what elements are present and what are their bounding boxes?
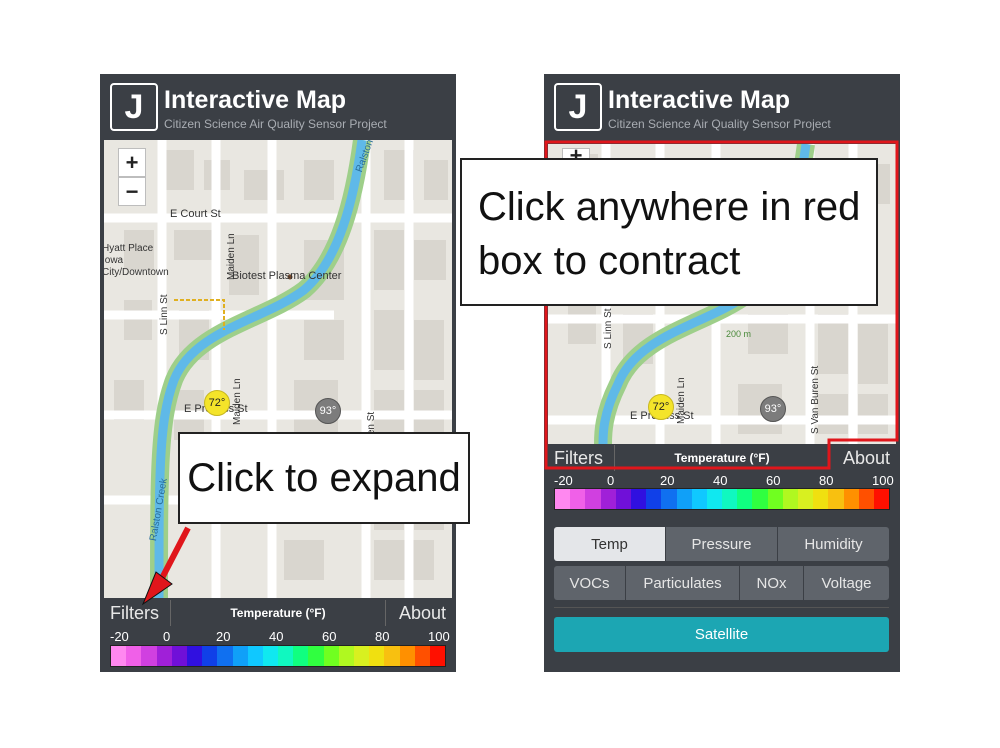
annotation-layer [141, 140, 899, 606]
callout-expand: Click to expand [178, 432, 470, 524]
expand-arrow-head [141, 571, 173, 606]
expand-arrow-shaft [157, 526, 191, 584]
callout-contract: Click anywhere in red box to contract [460, 158, 878, 306]
callout-contract-text: Click anywhere in red box to contract [478, 185, 861, 283]
callout-expand-text: Click to expand [187, 455, 461, 500]
